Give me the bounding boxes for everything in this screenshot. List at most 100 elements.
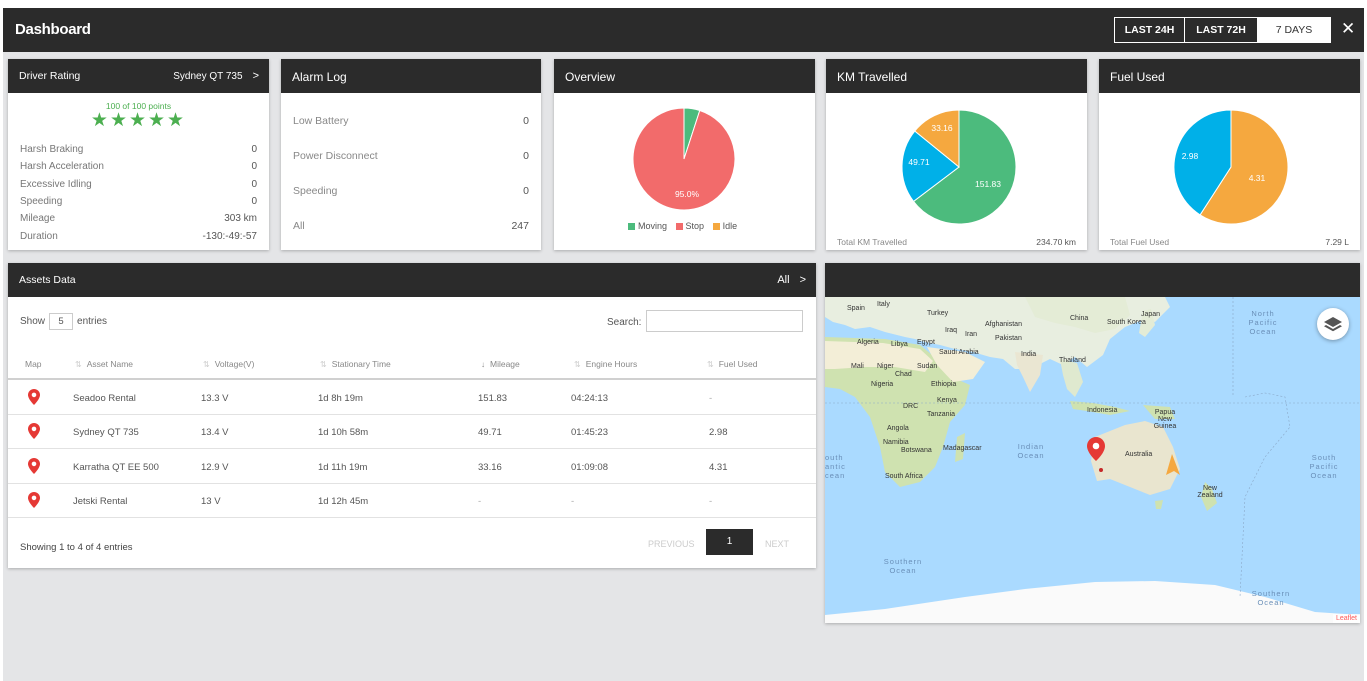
map-pin-icon[interactable]: [27, 492, 41, 508]
map-label: Spain: [847, 305, 865, 312]
assets-filter-label: All: [777, 274, 790, 286]
show-label: Show: [20, 316, 46, 327]
km-label-0: 151.83: [975, 179, 1001, 189]
fuel-used-cell: -: [709, 496, 713, 507]
next-page-button[interactable]: NEXT: [765, 539, 789, 549]
voltage-cell: 12.9 V: [201, 462, 229, 473]
col-voltage[interactable]: ⇅ Voltage(V): [203, 359, 254, 369]
km-travelled-card: KM Travelled 151.83 49.71 33.16 Total KM…: [826, 59, 1087, 250]
previous-page-button[interactable]: PREVIOUS: [648, 539, 695, 549]
map-pin-icon[interactable]: [27, 389, 41, 405]
col-map[interactable]: Map: [25, 359, 42, 369]
ocean-label-south-atlantic: outh antic cean: [825, 453, 846, 480]
overview-slice-label: 95.0%: [675, 189, 700, 199]
voltage-cell: 13.4 V: [201, 427, 229, 438]
fuel-used-cell: 2.98: [709, 427, 728, 438]
row-label: Speeding: [20, 196, 63, 207]
close-icon[interactable]: ✕: [1341, 20, 1355, 38]
mileage-cell: 33.16: [478, 462, 502, 473]
col-asset-name[interactable]: ⇅ Asset Name: [75, 359, 133, 369]
map-label: Ethiopia: [931, 381, 957, 388]
overview-title: Overview: [565, 70, 616, 84]
layers-control-button[interactable]: [1317, 308, 1349, 340]
mileage-cell: 151.83: [478, 393, 508, 404]
entries-select[interactable]: 5: [49, 313, 74, 330]
ocean-label-indian: Indian Ocean: [1017, 442, 1045, 460]
alarm-log-title: Alarm Log: [292, 70, 347, 84]
fuel-label-1: 2.98: [1182, 151, 1199, 161]
map-label: Italy: [877, 301, 890, 308]
row-value: 0: [523, 115, 529, 127]
time-range-selector: LAST 24H LAST 72H 7 DAYS: [1114, 17, 1331, 43]
map-label: Turkey: [927, 310, 949, 317]
map-label: Angola: [887, 425, 909, 432]
world-map[interactable]: Spain Italy Turkey Iraq Iran Afghanistan…: [825, 297, 1360, 623]
fuel-used-card: Fuel Used 4.31 2.98 Total Fuel Used 7.29…: [1099, 59, 1360, 250]
fuel-footer-label: Total Fuel Used: [1110, 237, 1170, 247]
km-footer-value: 234.70 km: [1036, 237, 1076, 247]
row-value: 0: [251, 179, 257, 190]
map-label: Japan: [1141, 311, 1161, 318]
harsh-braking-row: Harsh Braking 0: [20, 144, 257, 155]
engine-hours-cell: 04:24:13: [571, 393, 608, 404]
asset-name-cell: Seadoo Rental: [73, 393, 136, 404]
driver-rating-title: Driver Rating: [19, 70, 81, 82]
map-label: DRC: [903, 403, 919, 410]
map-label: New Zealand: [1197, 485, 1223, 499]
row-value: 0: [523, 150, 529, 162]
search-input[interactable]: [646, 310, 803, 332]
ocean-label-southern-left: Southern Ocean: [883, 557, 923, 575]
engine-hours-cell: -: [571, 496, 575, 507]
legend-stop: Stop: [675, 221, 704, 231]
assets-header: Assets Data All >: [8, 263, 816, 297]
map-label: South Africa: [885, 473, 923, 480]
stationary-time-cell: 1d 8h 19m: [318, 393, 363, 404]
driver-select-button[interactable]: Sydney QT 735 >: [173, 70, 259, 82]
row-label: Low Battery: [293, 115, 349, 127]
alarm-log-card: Alarm Log Low Battery 0 Power Disconnect 0…: [281, 59, 541, 250]
dashboard-frame: Dashboard LAST 24H LAST 72H 7 DAYS ✕ Dri…: [3, 8, 1364, 681]
col-engine-hours[interactable]: ⇅ Engine Hours: [574, 359, 637, 369]
map-label: Madagascar: [943, 445, 982, 452]
leaflet-attribution-link[interactable]: Leaflet: [1332, 614, 1360, 623]
col-mileage[interactable]: ↓ Mileage: [481, 359, 520, 369]
map-pin-icon[interactable]: [27, 458, 41, 474]
duration-row: Duration -130:-49:-57: [20, 231, 257, 242]
map-label: Nigeria: [871, 381, 894, 388]
page-1-button[interactable]: 1: [706, 529, 753, 555]
harsh-acceleration-row: Harsh Acceleration 0: [20, 161, 257, 172]
stationary-time-cell: 1d 10h 58m: [318, 427, 369, 438]
entries-control: Show 5 entries: [20, 313, 107, 330]
engine-hours-cell: 01:09:08: [571, 462, 608, 473]
map-pin-icon[interactable]: [27, 423, 41, 439]
range-last-72h-button[interactable]: LAST 72H: [1185, 18, 1258, 42]
fuel-label-0: 4.31: [1249, 173, 1266, 183]
km-travelled-title: KM Travelled: [837, 70, 908, 84]
layers-icon: [1324, 317, 1342, 332]
assets-filter-button[interactable]: All >: [777, 274, 806, 286]
asset-name-cell: Jetski Rental: [73, 496, 128, 507]
map-header: [825, 263, 1360, 297]
col-stationary-time[interactable]: ⇅ Stationary Time: [320, 359, 391, 369]
col-fuel-used[interactable]: ⇅ Fuel Used: [707, 359, 757, 369]
row-label: Harsh Braking: [20, 144, 84, 155]
driver-rating-card: Driver Rating Sydney QT 735 > 100 of 100 …: [8, 59, 269, 250]
map-label: India: [1021, 351, 1037, 358]
fuel-used-cell: 4.31: [709, 462, 728, 473]
assets-data-card: Assets Data All > Show 5 entries Search: Ma…: [8, 263, 816, 568]
map-label: Pakistan: [995, 335, 1022, 342]
showing-entries-text: Showing 1 to 4 of 4 entries: [20, 542, 133, 553]
overview-pie-chart: 95.0%: [632, 107, 736, 211]
all-alarms-row: All 247: [293, 220, 529, 232]
row-label: Harsh Acceleration: [20, 161, 104, 172]
range-7-days-button[interactable]: 7 DAYS: [1258, 18, 1330, 42]
map-label: Niger: [877, 363, 894, 370]
map-label: Chad: [895, 371, 912, 378]
row-label: Power Disconnect: [293, 150, 378, 162]
map-label: Indonesia: [1087, 407, 1118, 414]
row-value: 303 km: [224, 213, 257, 224]
range-last-24h-button[interactable]: LAST 24H: [1115, 18, 1185, 42]
km-label-2: 33.16: [931, 123, 953, 133]
excessive-idling-row: Excessive Idling 0: [20, 179, 257, 190]
stationary-time-cell: 1d 12h 45m: [318, 496, 369, 507]
